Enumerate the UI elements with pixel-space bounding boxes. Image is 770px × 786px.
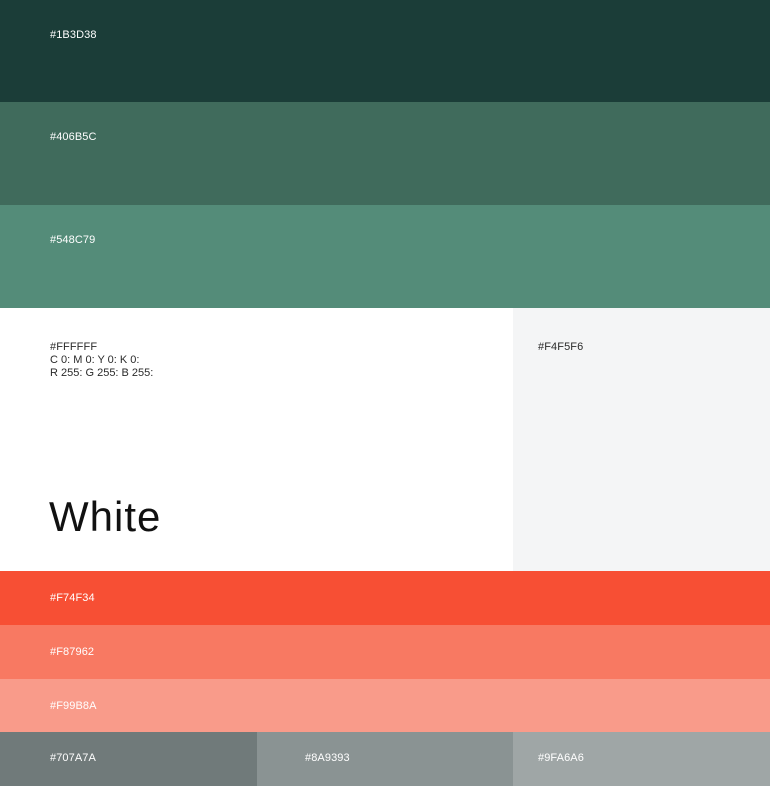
- swatch-hex-label: #F87962: [50, 646, 95, 658]
- swatch-cmyk-label: C 0: M 0: Y 0: K 0:: [50, 354, 140, 366]
- swatch-gray-1: #707A7A: [0, 732, 257, 786]
- swatch-hex-label: #548C79: [50, 234, 96, 246]
- swatch-hex-label: #F4F5F6: [538, 341, 584, 353]
- swatch-gray-3: #9FA6A6: [513, 732, 770, 786]
- swatch-hex-label: #F74F34: [50, 592, 95, 604]
- color-palette: #1B3D38 #406B5C #548C79 #FFFFFF C 0: M 0…: [0, 0, 770, 786]
- swatch-green-light: #548C79: [0, 205, 770, 308]
- swatch-hex-label: #F99B8A: [50, 700, 97, 712]
- swatch-orange: #F74F34: [0, 571, 770, 625]
- swatch-color-name: White: [49, 493, 162, 540]
- swatch-white: #FFFFFF C 0: M 0: Y 0: K 0: R 255: G 255…: [0, 308, 513, 571]
- swatch-orange-mid: #F87962: [0, 625, 770, 679]
- swatch-hex-label: #707A7A: [50, 752, 96, 764]
- swatch-gray-bg: #F4F5F6: [513, 308, 770, 571]
- swatch-orange-light: #F99B8A: [0, 679, 770, 732]
- swatch-green-mid: #406B5C: [0, 102, 770, 205]
- swatch-hex-label: #FFFFFF: [50, 341, 98, 353]
- swatch-green-dark: #1B3D38: [0, 0, 770, 102]
- swatch-gray-2: #8A9393: [257, 732, 513, 786]
- swatch-hex-label: #9FA6A6: [538, 752, 584, 764]
- swatch-hex-label: #8A9393: [305, 752, 350, 764]
- swatch-rgb-label: R 255: G 255: B 255:: [50, 367, 154, 379]
- swatch-hex-label: #406B5C: [50, 131, 97, 143]
- swatch-hex-label: #1B3D38: [50, 29, 97, 41]
